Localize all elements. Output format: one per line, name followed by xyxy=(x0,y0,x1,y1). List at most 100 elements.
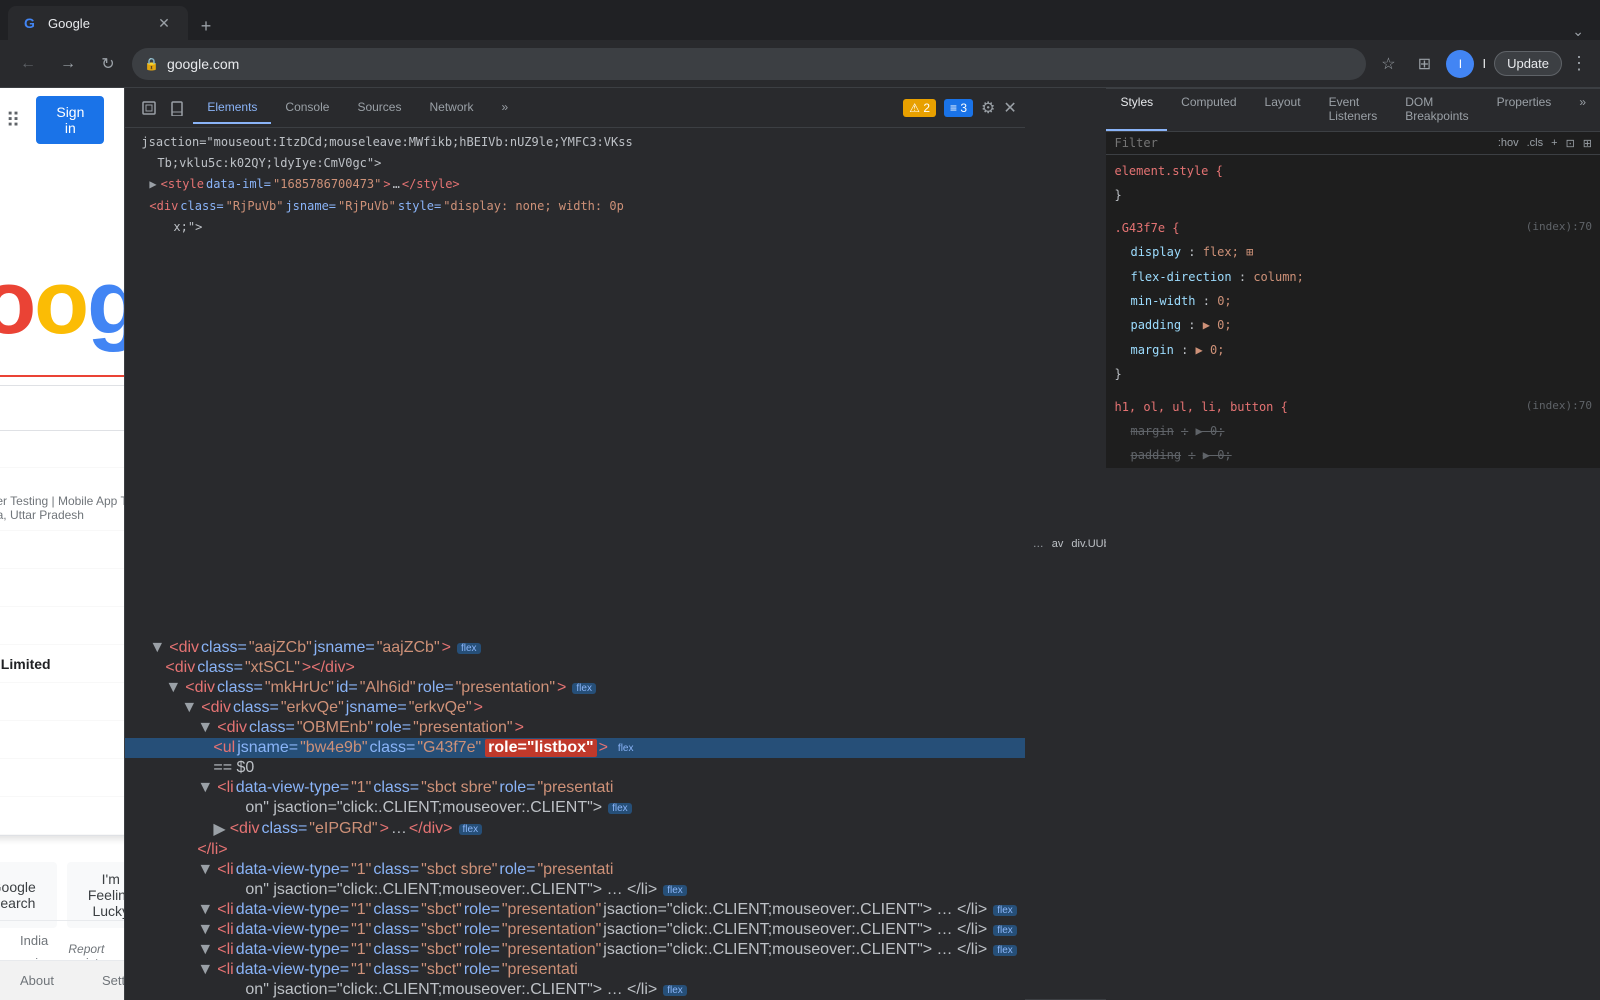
update-button[interactable]: Update xyxy=(1494,51,1562,76)
cls-filter-btn[interactable]: .cls xyxy=(1527,137,1544,149)
active-tab[interactable]: G Google ✕ xyxy=(8,6,188,40)
suggestion-item-7[interactable]: 🔍 lambdatest revenue xyxy=(0,721,124,759)
tab-dropdown-icon[interactable]: ⌄ xyxy=(1572,23,1584,40)
breadcrumb-av[interactable]: av xyxy=(1052,538,1064,550)
suggestion-item-4[interactable]: 🔍 lambdatest careers xyxy=(0,607,124,645)
signin-button[interactable]: Sign in xyxy=(36,96,104,144)
dom-line-li-2b[interactable]: on" jsaction="click:.CLIENT;mouseover:.C… xyxy=(125,880,1024,900)
search-box[interactable]: 🔍 LambdaTest ✕ 🎤 📷 xyxy=(0,385,124,431)
dom-line-4[interactable]: <div class= "xtSCL" ></div> xyxy=(125,658,1024,678)
logo-g2: g xyxy=(87,253,124,353)
google-page: Gmail Images ⠿ Sign in Using XPath with … xyxy=(0,88,124,1000)
dom-line-2[interactable]: <div class= "RjPuVb" jsname= "RjPuVb" st… xyxy=(125,196,1024,217)
dom-line-3[interactable]: ▼ <div class= "aajZCb" jsname= "aajZCb" … xyxy=(125,638,1024,658)
devtools-tab-elements[interactable]: Elements xyxy=(193,92,271,124)
style-rule-g43f7e-selector: .G43f7e { (index):70 xyxy=(1106,216,1600,240)
suggestion-item-0[interactable]: 🔍 LambdaTest xyxy=(0,431,124,468)
tab-title: Google xyxy=(48,16,148,31)
dom-line-li-close[interactable]: </li> xyxy=(125,840,1024,860)
hov-filter-btn[interactable]: :hov xyxy=(1498,137,1519,149)
dom-line-li-6[interactable]: ▼ <li data-view-type= "1" class= "sbct" … xyxy=(125,960,1024,980)
tab-close-button[interactable]: ✕ xyxy=(156,15,172,31)
search-buttons: Google Search I'm Feeling Lucky xyxy=(0,862,124,928)
warning-badge: ⚠ 2 xyxy=(903,99,936,117)
search-dropdown: 🔍 LambdaTest lambdatest noida LambdaTest… xyxy=(0,431,124,836)
svg-text:G: G xyxy=(24,15,35,31)
tab-grid-icon[interactable]: ⊞ xyxy=(1410,50,1438,78)
devtools-tab-more[interactable]: » xyxy=(488,92,523,124)
lucky-button[interactable]: I'm Feeling Lucky xyxy=(67,862,125,928)
styles-content: element.style { } .G43f7e { (index):70 xyxy=(1106,155,1600,468)
dom-line-6[interactable]: ▼ <div class= "erkvQe" jsname= "erkvQe" … xyxy=(125,698,1024,718)
dom-line-eq[interactable]: == $0 xyxy=(125,758,1024,778)
dom-line-li-3[interactable]: ▼ <li data-view-type= "1" class= "sbct" … xyxy=(125,900,1024,920)
dom-line-1[interactable]: ▶ <style data-iml= "1685786700473" > … <… xyxy=(125,174,1024,195)
address-bar[interactable]: 🔒 google.com xyxy=(132,48,1366,80)
dom-line-2b[interactable]: x;"> xyxy=(125,217,1024,238)
styles-tab-more[interactable]: » xyxy=(1565,89,1600,131)
footer-settings[interactable]: Settings xyxy=(102,973,124,988)
apps-icon[interactable]: ⠿ xyxy=(6,108,21,133)
devtools-breadcrumb: … av div.UUbT9 div.aajZCb div#Alh6id.mkH… xyxy=(1025,88,1107,1000)
dom-line-li-2[interactable]: ▼ <li data-view-type= "1" class= "sbct s… xyxy=(125,860,1024,880)
devtools-settings-icon[interactable]: ⚙ xyxy=(981,98,995,118)
search-input[interactable]: LambdaTest xyxy=(0,399,124,417)
styles-filter-input[interactable] xyxy=(1114,136,1489,150)
inspector-element-button[interactable] xyxy=(137,96,161,120)
styles-tab-event-listeners[interactable]: Event Listeners xyxy=(1315,89,1392,131)
suggestion-item-9[interactable]: 🔍 lambdatest certification xyxy=(0,797,124,835)
devtools-tab-network[interactable]: Network xyxy=(415,92,487,124)
devtools-tab-actions: ⚠ 2 ≡ 3 ⚙ ✕ xyxy=(903,98,1017,118)
force-state-btn[interactable]: ⊡ xyxy=(1566,137,1575,150)
india-bar: India xyxy=(0,920,124,960)
breadcrumb-div-uubt9[interactable]: div.UUbT9 xyxy=(1071,538,1106,550)
footer-about[interactable]: About xyxy=(20,973,54,988)
dom-line-li-5[interactable]: ▼ <li data-view-type= "1" class= "sbct" … xyxy=(125,940,1024,960)
menu-icon[interactable]: ⋮ xyxy=(1570,53,1588,74)
devtools-tab-console[interactable]: Console xyxy=(271,92,343,124)
google-topbar: Gmail Images ⠿ Sign in xyxy=(0,88,124,152)
styles-tab-computed[interactable]: Computed xyxy=(1167,89,1250,131)
bookmark-icon[interactable]: ☆ xyxy=(1374,50,1402,78)
dom-line-5[interactable]: ▼ <div class= "mkHrUc" id= "Alh6id" role… xyxy=(125,678,1024,698)
dom-line-li-4[interactable]: ▼ <li data-view-type= "1" class= "sbct" … xyxy=(125,920,1024,940)
dom-line-highlighted[interactable]: <ul jsname= "bw4e9b" class= "G43f7e" rol… xyxy=(125,738,1024,758)
dom-line-li-1[interactable]: ▼ <li data-view-type= "1" class= "sbct s… xyxy=(125,778,1024,798)
dom-line-0b[interactable]: Tb;vklu5c:k02QY;ldyIye:CmV0gc"> xyxy=(125,153,1024,174)
new-tab-button[interactable]: + xyxy=(192,12,220,40)
suggestion-item-2[interactable]: 🔍 lambdatest login xyxy=(0,531,124,569)
breadcrumb-ellipsis: … xyxy=(1033,538,1044,550)
dom-line-li-6b[interactable]: on" jsaction="click:.CLIENT;mouseover:.C… xyxy=(125,980,1024,1000)
styles-tab-layout[interactable]: Layout xyxy=(1251,89,1315,131)
security-icon: 🔒 xyxy=(144,57,159,71)
add-style-btn[interactable]: + xyxy=(1551,137,1557,149)
forward-button[interactable]: → xyxy=(52,48,84,80)
style-block-heading: h1, ol, ul, li, button { (index):70 marg… xyxy=(1106,395,1600,468)
styles-tab-styles[interactable]: Styles xyxy=(1106,89,1167,131)
style-prop-min-width: min-width : 0; xyxy=(1106,289,1600,313)
styles-tab-dom-breakpoints[interactable]: DOM Breakpoints xyxy=(1391,89,1482,131)
back-button[interactable]: ← xyxy=(12,48,44,80)
suggestion-item-1[interactable]: lambdatest noida LambdaTest | Cross Brow… xyxy=(0,468,124,531)
devtools-close-button[interactable]: ✕ xyxy=(1003,98,1016,118)
google-bottom: India About Settings xyxy=(0,920,124,1000)
dom-line-0[interactable]: jsaction="mouseout:ItzDCd;mouseleave:MWf… xyxy=(125,132,1024,153)
more-filters-btn[interactable]: ⊞ xyxy=(1583,137,1592,150)
profile-icon[interactable]: I xyxy=(1446,50,1474,78)
dom-line-7[interactable]: ▼ <div class= "OBMEnb" role= "presentati… xyxy=(125,718,1024,738)
style-rule-heading-selector: h1, ol, ul, li, button { (index):70 xyxy=(1106,395,1600,419)
suggestion-item-8[interactable]: 🔍 lambdatest pricing xyxy=(0,759,124,797)
dom-line-div[interactable]: ▶ <div class= "eIPGRd" > … </div> flex xyxy=(125,818,1024,840)
suggestion-item-6[interactable]: 🔍 lambdatest salary xyxy=(0,683,124,721)
reload-button[interactable]: ↻ xyxy=(92,48,124,80)
suggestion-item-5[interactable]: 🔍 Lambdatest India Private Limited xyxy=(0,645,124,683)
suggestion-item-3[interactable]: 🔍 lambdatest glassdoor xyxy=(0,569,124,607)
style-prop-flex-direction: flex-direction : column; xyxy=(1106,265,1600,289)
suggestion-text-5: Lambdatest India Private Limited xyxy=(0,656,51,672)
google-search-button[interactable]: Google Search xyxy=(0,862,57,928)
device-mode-button[interactable] xyxy=(165,96,189,120)
styles-tab-properties[interactable]: Properties xyxy=(1483,89,1566,131)
logo-o2: o xyxy=(34,253,87,353)
devtools-tab-sources[interactable]: Sources xyxy=(343,92,415,124)
dom-line-li-1b[interactable]: on" jsaction="click:.CLIENT;mouseover:.C… xyxy=(125,798,1024,818)
